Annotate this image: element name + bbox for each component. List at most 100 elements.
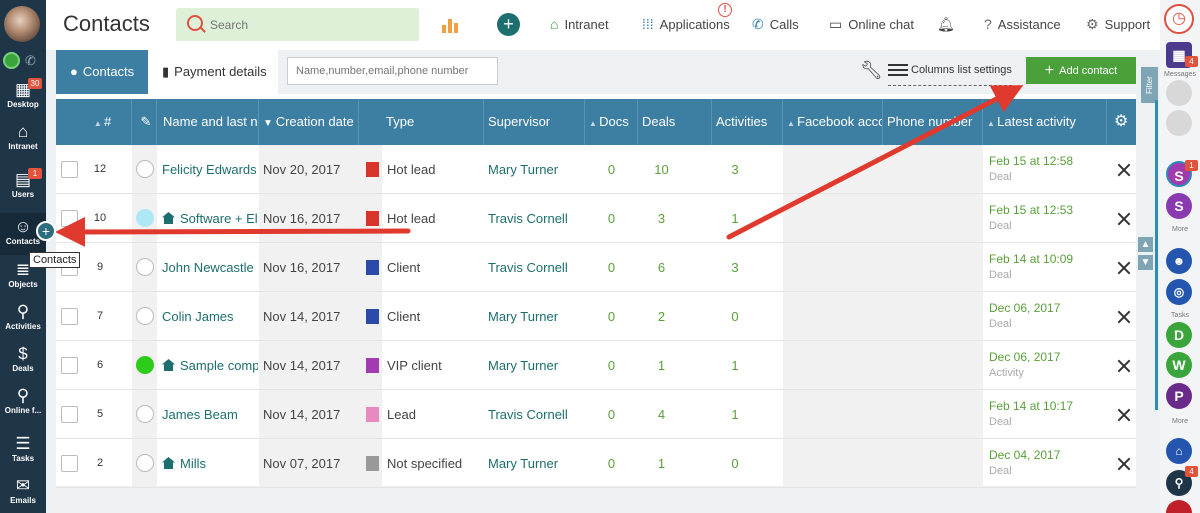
close-icon[interactable] (1117, 261, 1131, 275)
docs-count[interactable]: 0 (585, 145, 638, 194)
deals-count[interactable]: 1 (638, 341, 685, 390)
contact-name[interactable]: James Beam (162, 390, 258, 439)
red-status-icon[interactable] (1166, 500, 1192, 513)
add-new-button[interactable]: + (497, 13, 520, 36)
add-contact-quick-button[interactable]: + (36, 221, 56, 241)
row-checkbox[interactable] (61, 357, 78, 374)
row-checkbox[interactable] (61, 161, 78, 178)
docs-count[interactable]: 0 (585, 243, 638, 292)
supervisor-name[interactable]: Travis Cornell (488, 243, 584, 292)
table-row[interactable]: 9 John Newcastle Nov 16, 2017 Client Travis … (56, 243, 1136, 292)
contact-avatar-placeholder[interactable] (1166, 80, 1192, 106)
table-row[interactable]: 7 Colin James Nov 14, 2017 Client Mary Turne… (56, 292, 1136, 341)
filter-tab[interactable]: Filter (1141, 67, 1158, 103)
activities-count[interactable]: 3 (712, 145, 758, 194)
column-header-facebook[interactable]: ▲ Facebook accou (783, 99, 883, 145)
table-row[interactable]: 10 Software + Ele Nov 16, 2017 Hot lead Trav… (56, 194, 1136, 243)
deals-count[interactable]: 4 (638, 390, 685, 439)
tab-contacts[interactable]: ● Contacts (56, 50, 148, 94)
sidebar-item-activities[interactable]: ⚲ Activities (0, 298, 46, 340)
column-header-activities[interactable]: Activities (712, 99, 783, 145)
supervisor-name[interactable]: Mary Turner (488, 292, 584, 341)
task-user-d[interactable]: D (1166, 322, 1192, 348)
column-header-creation-date[interactable]: ▼ Creation date (259, 99, 359, 145)
supervisor-name[interactable]: Travis Cornell (488, 194, 584, 243)
nav-support[interactable]: ⚙ Support (1086, 16, 1150, 33)
task-user-w[interactable]: W (1166, 352, 1192, 378)
status-circle[interactable] (136, 454, 154, 472)
search-input[interactable] (210, 8, 410, 41)
status-circle[interactable] (136, 209, 154, 227)
tab-payment-details[interactable]: ▮ Payment details (148, 50, 278, 94)
supervisor-name[interactable]: Travis Cornell (488, 390, 584, 439)
add-contact-button[interactable]: + Add contact (1026, 57, 1136, 84)
row-checkbox[interactable] (61, 210, 78, 227)
phone-icon[interactable]: ✆ (22, 52, 39, 69)
latest-activity-date[interactable]: Feb 14 at 10:17 (989, 399, 1073, 414)
activities-count[interactable]: 1 (712, 194, 758, 243)
docs-count[interactable]: 0 (585, 390, 638, 439)
status-circle[interactable] (136, 258, 154, 276)
contact-name[interactable]: John Newcastle (162, 243, 258, 292)
globe-icon[interactable]: ◎ (1166, 279, 1192, 305)
statistics-icon[interactable] (442, 15, 462, 33)
table-row[interactable]: 5 James Beam Nov 14, 2017 Lead Travis Cornel… (56, 390, 1136, 439)
group-icon[interactable]: ☻ (1166, 248, 1192, 274)
sidebar-item-online-forms[interactable]: ⚲ Online f... (0, 382, 46, 424)
activities-count[interactable]: 0 (712, 292, 758, 341)
row-checkbox[interactable] (61, 406, 78, 423)
status-circle[interactable] (136, 307, 154, 325)
search-box[interactable] (176, 8, 419, 41)
nav-intranet[interactable]: ⌂ Intranet (550, 16, 609, 32)
column-header-type[interactable]: Type (359, 99, 484, 145)
column-header-latest-activity[interactable]: ▲ Latest activity (983, 99, 1107, 145)
row-checkbox[interactable] (61, 308, 78, 325)
status-circle[interactable] (136, 405, 154, 423)
timer-icon[interactable]: ◷ (1164, 4, 1194, 34)
sidebar-item-deals[interactable]: $ Deals (0, 340, 46, 382)
notifications-button[interactable]: 🔔︎ (937, 16, 961, 33)
nav-calls[interactable]: ✆ Calls (752, 16, 799, 33)
latest-activity-date[interactable]: Feb 15 at 12:58 (989, 154, 1073, 169)
task-user-p[interactable]: P (1166, 383, 1192, 409)
close-icon[interactable] (1117, 310, 1131, 324)
close-icon[interactable] (1117, 163, 1131, 177)
column-header-name[interactable]: Name and last na (157, 99, 259, 145)
docs-count[interactable]: 0 (585, 194, 638, 243)
status-circle[interactable] (136, 160, 154, 178)
chat-user-s2[interactable]: S (1166, 193, 1192, 219)
contact-name[interactable]: Software + Ele (162, 194, 258, 243)
scroll-down-icon[interactable]: ▼ (1138, 255, 1153, 270)
supervisor-name[interactable]: Mary Turner (488, 145, 584, 194)
sidebar-item-users[interactable]: ▤ Users 1 (0, 166, 46, 208)
latest-activity-date[interactable]: Feb 14 at 10:09 (989, 252, 1073, 267)
nav-assistance[interactable]: ? Assistance (984, 16, 1061, 32)
column-header-docs[interactable]: ▲ Docs (585, 99, 638, 145)
deals-count[interactable]: 1 (638, 439, 685, 488)
globe-icon[interactable] (3, 52, 20, 69)
sidebar-item-tasks[interactable]: ☰ Tasks (0, 430, 46, 472)
columns-list-settings-button[interactable]: Columns list settings (888, 60, 1012, 86)
user-avatar[interactable] (4, 6, 40, 42)
close-icon[interactable] (1117, 457, 1131, 471)
docs-count[interactable]: 0 (585, 341, 638, 390)
close-icon[interactable] (1117, 408, 1131, 422)
latest-activity-date[interactable]: Dec 06, 2017 (989, 301, 1060, 316)
table-row[interactable]: 12 Felicity Edwards Nov 20, 2017 Hot lead Ma… (56, 145, 1136, 194)
table-row[interactable]: 2 Mills Nov 07, 2017 Not specified Mary Turn… (56, 439, 1136, 488)
nav-online-chat[interactable]: ▭ Online chat (829, 16, 914, 33)
deals-count[interactable]: 2 (638, 292, 685, 341)
column-header-deals[interactable]: Deals (638, 99, 712, 145)
latest-activity-date[interactable]: Dec 06, 2017 (989, 350, 1060, 365)
column-header-supervisor[interactable]: Supervisor (484, 99, 585, 145)
contact-name[interactable]: Felicity Edwards (162, 145, 258, 194)
column-header-number[interactable]: ▲ # (56, 99, 132, 145)
activities-count[interactable]: 3 (712, 243, 758, 292)
docs-count[interactable]: 0 (585, 292, 638, 341)
table-row[interactable]: 6 Sample comp Nov 14, 2017 VIP client Mary T… (56, 341, 1136, 390)
status-circle[interactable] (136, 356, 154, 374)
contact-avatar-placeholder[interactable] (1166, 110, 1192, 136)
deals-count[interactable]: 3 (638, 194, 685, 243)
column-header-phone[interactable]: Phone number (883, 99, 983, 145)
sidebar-item-intranet[interactable]: ⌂ Intranet (0, 118, 46, 160)
